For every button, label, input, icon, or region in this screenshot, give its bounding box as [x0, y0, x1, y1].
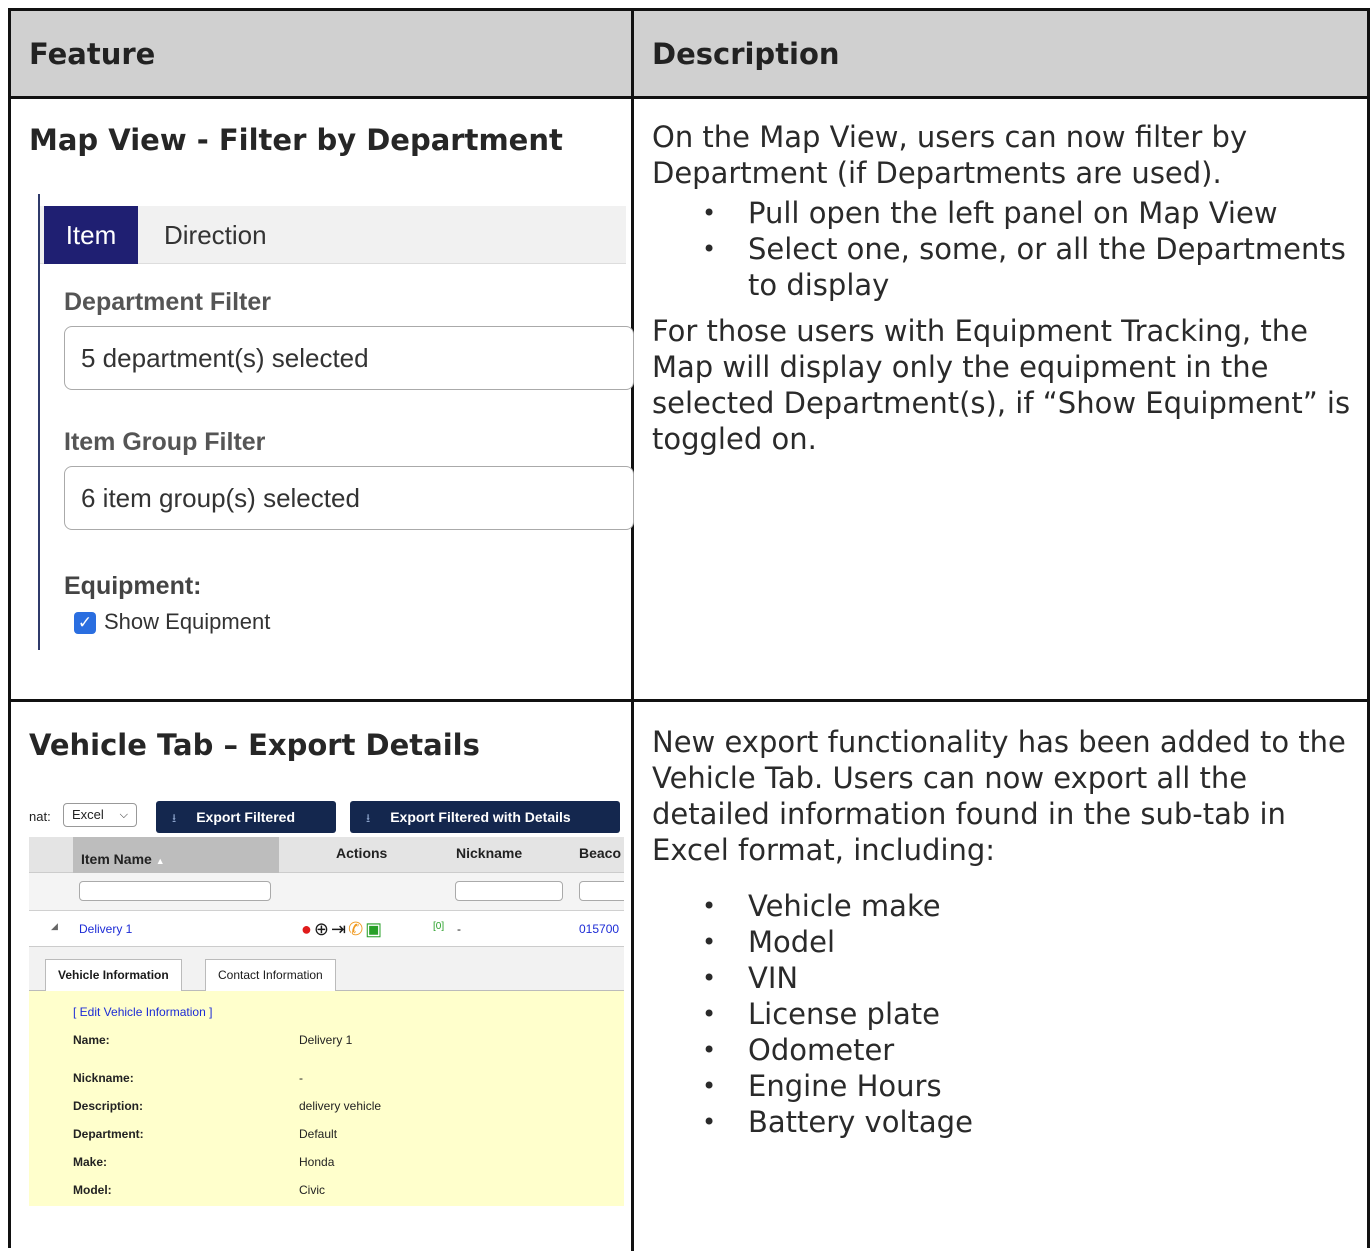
export-filtered-button[interactable]: ⭳ Export Filtered — [156, 801, 336, 833]
bullet-list: Pull open the left panel on Map View Sel… — [652, 195, 1352, 303]
detail-label: Name: — [73, 1033, 110, 1047]
edit-vehicle-link[interactable]: [ Edit Vehicle Information ] — [73, 1005, 212, 1019]
detail-label: Make: — [73, 1155, 108, 1169]
map-pin-icon[interactable]: ● — [301, 919, 314, 939]
tab-contact-information[interactable]: Contact Information — [205, 959, 336, 991]
list-item: Vehicle make — [652, 888, 1352, 924]
description-paragraph: New export functionality has been added … — [652, 725, 1346, 867]
column-beacon[interactable]: Beaco — [579, 837, 621, 873]
feature-table: Feature Description Map View - Filter by… — [8, 8, 1370, 1251]
list-item: Model — [652, 924, 1352, 960]
column-item-name[interactable]: Item Name ▲ — [73, 837, 279, 873]
vehicle-tab-screenshot: nat: Excel ⌵ ⭳ Export Filtered ⭳ Export Fi… — [29, 799, 624, 1206]
list-item: Engine Hours — [652, 1068, 1352, 1104]
grid-header: Item Name ▲ Actions Nickname Beaco — [29, 837, 624, 873]
list-item: Pull open the left panel on Map View — [652, 195, 1352, 231]
list-item: Select one, some, or all the Departments… — [652, 231, 1352, 303]
vehicle-subtabs: Vehicle Information Contact Information — [29, 947, 624, 991]
camera-icon[interactable]: ▣ — [365, 919, 384, 939]
header-description: Description — [652, 37, 840, 71]
feature-title: Map View - Filter by Department — [29, 123, 563, 157]
detail-value: Default — [299, 1127, 338, 1141]
tab-vehicle-information[interactable]: Vehicle Information — [45, 959, 182, 991]
sort-up-icon: ▲ — [155, 856, 165, 866]
chevron-down-icon: ⌵ — [119, 809, 128, 821]
download-icon: ⭳ — [172, 811, 177, 825]
expand-icon[interactable]: ◢ — [51, 921, 58, 932]
item-name-link[interactable]: Delivery 1 — [79, 922, 132, 936]
camera-count: [0] — [433, 921, 445, 932]
format-label: nat: — [29, 809, 51, 824]
list-item: Odometer — [652, 1032, 1352, 1068]
department-filter-label: Department Filter — [64, 288, 271, 316]
list-item: License plate — [652, 996, 1352, 1032]
detail-value: - — [299, 1071, 303, 1085]
description-paragraph: For those users with Equipment Tracking,… — [652, 314, 1351, 456]
divider — [11, 96, 1367, 99]
equipment-label: Equipment: — [64, 572, 202, 600]
department-filter-select[interactable]: 5 department(s) selected — [64, 326, 634, 390]
description-paragraph: On the Map View, users can now filter by… — [652, 120, 1248, 190]
download-icon: ⭳ — [366, 811, 371, 825]
list-item: VIN — [652, 960, 1352, 996]
vehicle-details-panel: [ Edit Vehicle Information ] Name: Deliv… — [29, 991, 624, 1206]
item-group-filter-label: Item Group Filter — [64, 428, 266, 456]
tab-item[interactable]: Item — [44, 206, 138, 264]
locate-icon[interactable]: ⊕ — [314, 919, 331, 939]
phone-icon[interactable]: ✆ — [348, 919, 365, 939]
show-equipment-label: Show Equipment — [104, 609, 271, 634]
beacon-value[interactable]: 015700 — [579, 922, 619, 936]
table-header-row: Feature Description — [11, 11, 1367, 96]
export-filtered-details-button[interactable]: ⭳ Export Filtered with Details — [350, 801, 620, 833]
column-divider — [631, 11, 634, 1251]
detail-value: Honda — [299, 1155, 335, 1169]
nickname-filter-input[interactable] — [455, 881, 563, 901]
tab-direction[interactable]: Direction — [164, 206, 267, 264]
table-row[interactable]: ◢ Delivery 1 ●⊕⇥✆▣ [0] - 015700 — [29, 911, 624, 947]
detail-label: Department: — [73, 1127, 144, 1141]
detail-value: Delivery 1 — [299, 1033, 353, 1047]
nickname-value: - — [457, 922, 461, 936]
action-icons: ●⊕⇥✆▣ — [301, 919, 384, 940]
detail-label: Nickname: — [73, 1071, 134, 1085]
row1-description: On the Map View, users can now filter by… — [652, 119, 1352, 457]
column-actions[interactable]: Actions — [336, 837, 387, 873]
check-icon: ✓ — [77, 613, 93, 632]
panel-tabs: Item Direction — [40, 206, 626, 264]
list-item: Battery voltage — [652, 1104, 1352, 1140]
row2-description: New export functionality has been added … — [652, 724, 1352, 1140]
detail-label: Description: — [73, 1099, 144, 1113]
format-select[interactable]: Excel ⌵ — [63, 803, 137, 827]
detail-label: Model: — [73, 1183, 112, 1197]
detail-value: Civic — [299, 1183, 325, 1197]
divider — [11, 699, 1367, 702]
grid-filter-row — [29, 873, 624, 911]
header-feature: Feature — [29, 37, 156, 71]
beacon-filter-input[interactable] — [579, 881, 624, 901]
map-view-screenshot: Item Direction Department Filter 5 depar… — [38, 194, 634, 650]
bullet-list: Vehicle make Model VIN License plate Odo… — [652, 888, 1352, 1140]
column-nickname[interactable]: Nickname — [456, 837, 522, 873]
login-icon[interactable]: ⇥ — [331, 919, 348, 939]
detail-value: delivery vehicle — [299, 1099, 382, 1113]
item-name-filter-input[interactable] — [79, 881, 271, 901]
show-equipment-checkbox[interactable]: ✓ — [74, 612, 96, 634]
feature-title: Vehicle Tab – Export Details — [29, 728, 480, 762]
item-group-filter-select[interactable]: 6 item group(s) selected — [64, 466, 634, 530]
